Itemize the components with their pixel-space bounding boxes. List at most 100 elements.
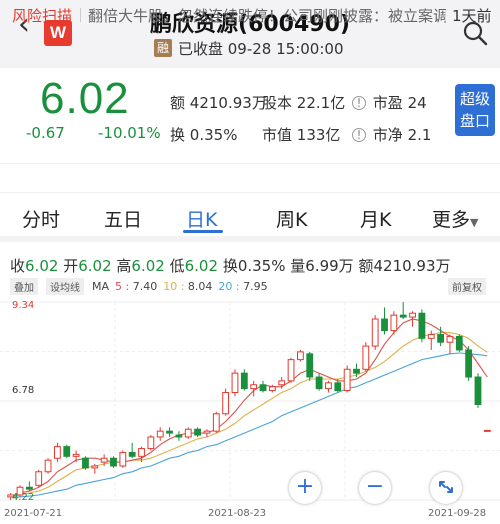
candle xyxy=(250,380,258,397)
candle-body xyxy=(212,413,220,432)
pb-stat[interactable]: ! 市净 2.1 xyxy=(352,124,431,145)
candle-body xyxy=(371,318,379,347)
expand-icon[interactable] xyxy=(430,472,462,504)
candle xyxy=(325,380,332,393)
candle-body xyxy=(278,380,286,386)
market-cap-value: 133亿 xyxy=(296,126,341,144)
amount-label: 额 xyxy=(170,94,186,112)
market-cap-label: 市值 xyxy=(262,126,293,144)
x-tick-label: 2021-09-28 xyxy=(428,508,487,519)
ohlc-summary: 收6.02 开6.02 高6.02 低6.02 换0.35% 量6.99万 额4… xyxy=(10,255,451,276)
turnover-value: 0.35% xyxy=(189,126,238,144)
info-icon: ! xyxy=(352,128,366,142)
tab-intraday[interactable]: 分时 xyxy=(22,205,60,232)
candle xyxy=(110,456,117,468)
candle xyxy=(91,464,99,474)
equity-stat: 股本 22.1亿 xyxy=(262,92,345,113)
candle-body xyxy=(409,312,416,318)
amount-value: 4210.93万 xyxy=(373,257,451,275)
candle-body xyxy=(156,430,164,438)
volume-label: 量 xyxy=(290,257,306,275)
risk-news-time: 1天前 xyxy=(452,7,492,25)
candle xyxy=(446,334,454,354)
candle xyxy=(240,369,248,391)
equity-label: 股本 xyxy=(262,94,293,112)
ma5-line xyxy=(10,318,488,498)
tab-daily-k[interactable]: 日K xyxy=(186,205,217,232)
risk-scan-label: 风险扫描 xyxy=(12,7,73,25)
candle xyxy=(315,373,323,391)
super-orderbook-line1: 超级 xyxy=(459,90,490,108)
pb-value: 2.1 xyxy=(407,126,432,144)
candle xyxy=(297,349,304,362)
candle-body xyxy=(465,349,473,378)
ma-label: MA xyxy=(92,279,110,293)
zoom-in-button[interactable]: + xyxy=(289,472,321,504)
candle-body xyxy=(222,391,230,415)
pe-value: 24 xyxy=(407,94,427,112)
candle-body xyxy=(91,465,99,469)
low-value: 6.02 xyxy=(184,257,219,275)
market-status: 已收盘 09-28 15:00:00 xyxy=(178,39,344,58)
candlestick-chart[interactable]: 9.34 6.78 4.22 xyxy=(0,296,500,506)
candle-body xyxy=(259,384,267,392)
candle xyxy=(455,334,463,352)
candle-body xyxy=(63,446,71,457)
overlay-button[interactable]: 叠加 xyxy=(10,277,38,295)
candle xyxy=(231,369,239,397)
candle xyxy=(465,346,473,381)
x-tick-label: 2021-07-21 xyxy=(4,508,63,519)
candle xyxy=(82,456,89,470)
candle-body xyxy=(437,333,444,343)
candle-body xyxy=(175,434,183,438)
tab-weekly-k[interactable]: 周K xyxy=(276,205,307,232)
volume-value: 6.99万 xyxy=(305,257,354,275)
amount-label: 额 xyxy=(358,257,374,275)
candle xyxy=(390,311,398,335)
adjust-type-button[interactable]: 前复权 xyxy=(448,278,486,295)
market-status-row: 融 已收盘 09-28 15:00:00 xyxy=(154,38,344,58)
ma5-value: 7.40 xyxy=(132,279,158,293)
tab-more[interactable]: 更多▼ xyxy=(432,205,478,232)
candle xyxy=(371,315,379,350)
ma20-line xyxy=(10,352,488,498)
candle xyxy=(343,365,351,393)
ma-settings-button[interactable]: 设均线 xyxy=(46,277,84,295)
zoom-out-button[interactable]: − xyxy=(359,472,391,504)
candle-body xyxy=(147,436,155,450)
candle xyxy=(184,427,192,439)
candle-body xyxy=(194,428,201,436)
candle xyxy=(483,429,491,432)
candle xyxy=(175,431,183,441)
market-cap-stat: 市值 133亿 xyxy=(262,124,340,145)
risk-news-headline[interactable]: 翻倍大牛股，忽然连续跌停！公司刚刚披露：被立案调 xyxy=(88,5,446,26)
candle xyxy=(194,427,201,437)
candle-body xyxy=(268,386,276,392)
candle xyxy=(119,450,127,468)
turnover-value: 0.35% xyxy=(237,257,286,275)
equity-value: 22.1亿 xyxy=(296,94,346,112)
pe-stat[interactable]: ! 市盈 24 xyxy=(352,92,427,113)
candle-body xyxy=(399,314,407,318)
candle-body xyxy=(297,351,304,361)
candle-body xyxy=(362,345,370,370)
risk-scan-row[interactable] xyxy=(0,163,500,193)
candle-body xyxy=(138,448,145,457)
ma20-value: 7.95 xyxy=(243,279,268,293)
turnover-stat: 换 0.35% xyxy=(170,124,237,145)
active-tab-indicator xyxy=(183,230,223,233)
candle xyxy=(72,450,80,463)
super-orderbook-button[interactable]: 超级 盘口 xyxy=(455,84,495,136)
candle-body xyxy=(35,471,43,486)
candle-body xyxy=(240,372,248,390)
candle-body xyxy=(119,451,127,467)
candle xyxy=(35,469,43,488)
divider xyxy=(80,8,81,22)
tab-more-label: 更多 xyxy=(432,209,471,231)
turnover-label: 换 xyxy=(170,126,186,144)
candle-body xyxy=(25,486,33,490)
tab-monthly-k[interactable]: 月K xyxy=(360,205,391,232)
candle-body xyxy=(110,457,117,467)
tab-five-day[interactable]: 五日 xyxy=(104,205,142,232)
candle-body xyxy=(474,376,482,405)
